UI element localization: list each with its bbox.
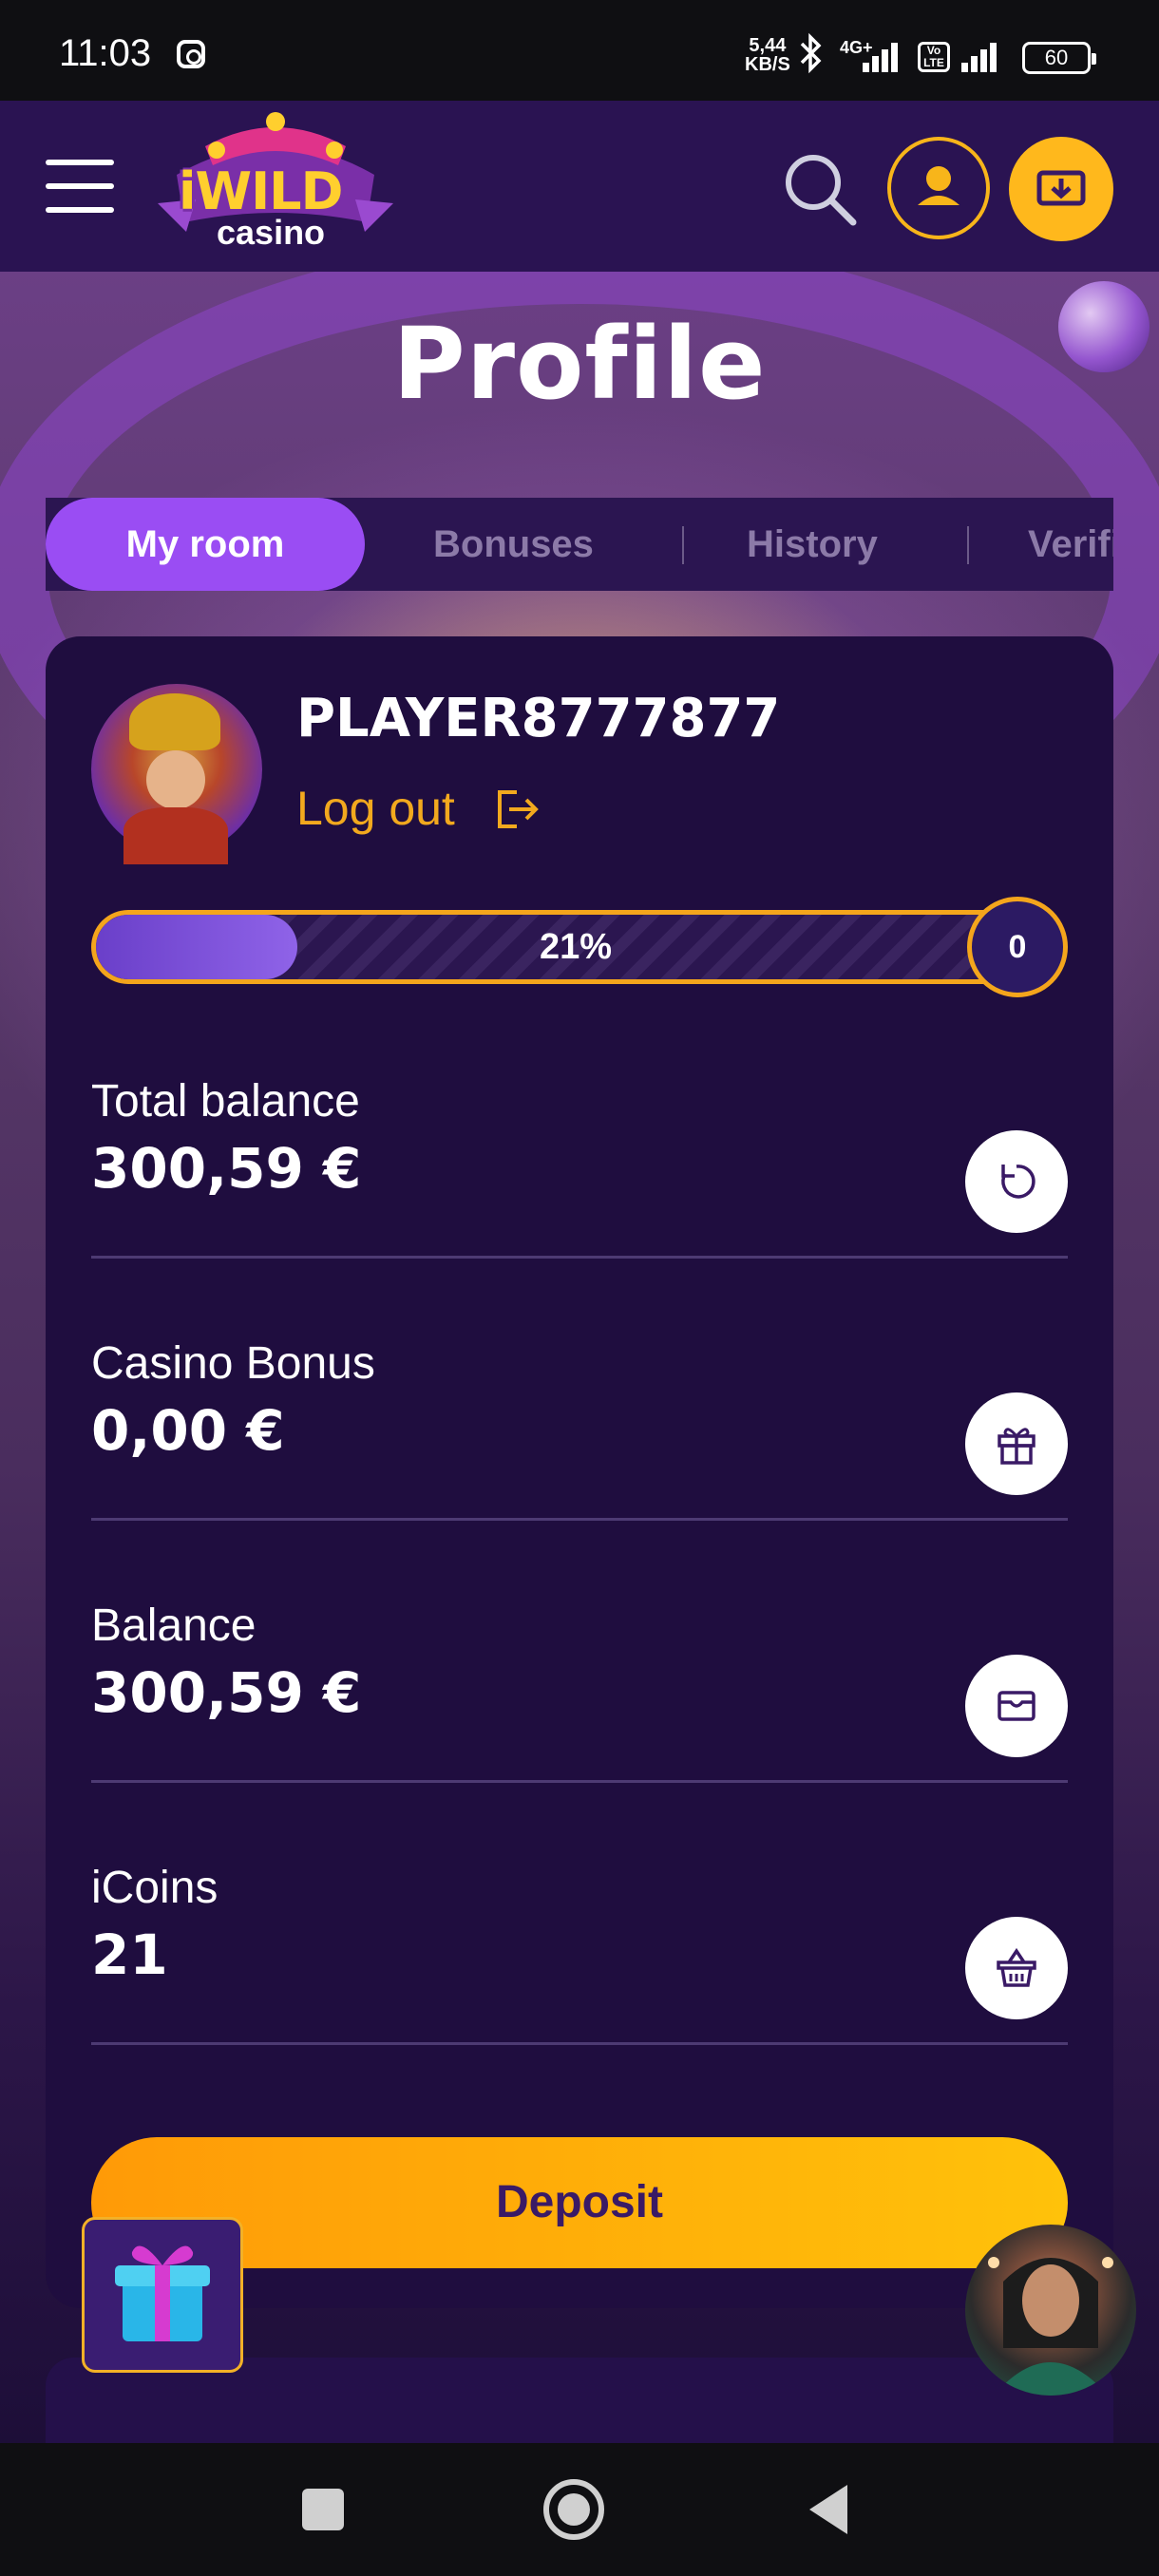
balance-label: Balance xyxy=(91,1601,256,1651)
instagram-icon xyxy=(177,40,205,68)
total-balance-value: 300,59 € xyxy=(91,1136,362,1201)
wallet-icon[interactable] xyxy=(965,1655,1068,1757)
tab-history[interactable]: History xyxy=(747,498,878,591)
page-title: Profile xyxy=(392,306,767,422)
basket-icon[interactable] xyxy=(965,1917,1068,2019)
refresh-icon[interactable] xyxy=(965,1130,1068,1233)
user-icon[interactable] xyxy=(887,137,990,239)
promo-gift-button[interactable] xyxy=(82,2217,243,2373)
tab-separator xyxy=(682,526,684,564)
level-progress-text: 21% xyxy=(539,927,613,967)
level-progress-bar: 21% xyxy=(91,910,1060,984)
tab-separator xyxy=(967,526,969,564)
level-badge: 0 xyxy=(967,897,1068,997)
avatar-body xyxy=(124,807,228,864)
divider xyxy=(91,1780,1068,1783)
profile-tabs: My room Bonuses History Verification xyxy=(46,498,1113,591)
logout-link[interactable]: Log out xyxy=(296,781,455,836)
signal-icon xyxy=(961,42,1005,72)
network-speed: 5,44 KB/S xyxy=(745,35,790,75)
avatar-face xyxy=(146,750,205,809)
tab-verification[interactable]: Verification xyxy=(1028,498,1113,591)
logo-subtitle: casino xyxy=(217,213,326,252)
recent-apps-button[interactable] xyxy=(302,2489,344,2530)
status-time: 11:03 xyxy=(59,32,152,74)
back-button[interactable] xyxy=(809,2485,847,2534)
casino-bonus-value: 0,00 € xyxy=(91,1398,285,1463)
icoins-label: iCoins xyxy=(91,1863,218,1913)
gift-icon[interactable] xyxy=(965,1392,1068,1495)
battery-icon: 60 xyxy=(1022,42,1096,74)
logout-icon[interactable] xyxy=(494,786,542,832)
username: PLAYER8777877 xyxy=(296,688,781,749)
divider xyxy=(91,1518,1068,1521)
balance-value: 300,59 € xyxy=(91,1660,362,1725)
bluetooth-icon xyxy=(796,32,825,83)
icoins-value: 21 xyxy=(91,1923,168,1987)
total-balance-label: Total balance xyxy=(91,1076,360,1127)
menu-icon[interactable] xyxy=(46,160,114,213)
cashier-icon[interactable] xyxy=(1009,137,1113,241)
divider xyxy=(91,2042,1068,2045)
volte-icon: Vo LTE xyxy=(918,42,950,72)
tab-bonuses[interactable]: Bonuses xyxy=(433,498,594,591)
tab-my-room[interactable]: My room xyxy=(46,498,365,591)
signal-icon xyxy=(863,42,906,72)
search-icon[interactable] xyxy=(781,150,859,228)
home-button[interactable] xyxy=(543,2479,604,2540)
casino-bonus-label: Casino Bonus xyxy=(91,1338,375,1389)
support-chat-avatar[interactable] xyxy=(965,2225,1136,2396)
avatar-hat xyxy=(129,693,220,750)
profile-card xyxy=(46,636,1113,2308)
divider xyxy=(91,1256,1068,1259)
